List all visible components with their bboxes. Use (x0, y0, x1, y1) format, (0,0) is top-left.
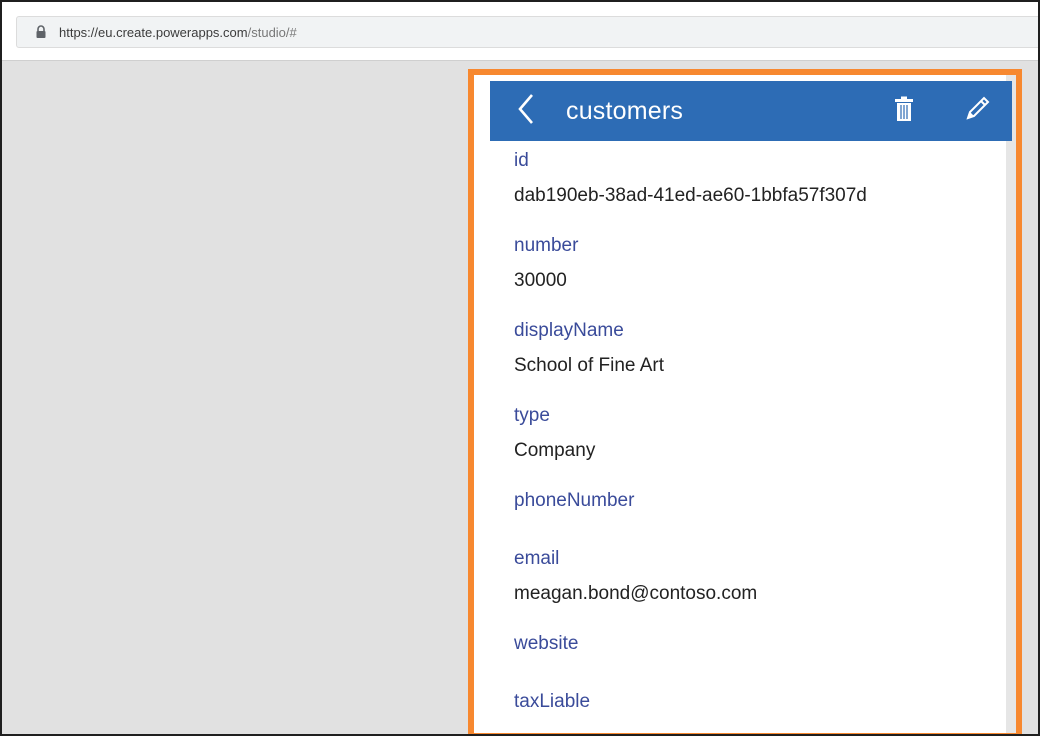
app-preview-highlight: customers id dab190eb-38ad-41ed-ae60-1bb… (468, 69, 1022, 734)
field-displayname: displayName School of Fine Art (514, 319, 994, 378)
field-value: School of Fine Art (514, 355, 664, 376)
trash-icon (894, 96, 914, 127)
field-number: number 30000 (514, 234, 994, 293)
field-label: id (514, 150, 529, 171)
field-type: type Company (514, 404, 994, 463)
delete-button[interactable] (888, 95, 920, 127)
field-id: id dab190eb-38ad-41ed-ae60-1bbfa57f307d (514, 149, 994, 208)
screen-title: customers (566, 96, 684, 125)
browser-address-bar: https://eu.create.powerapps.com/studio/# (2, 2, 1038, 60)
field-value: 30000 (514, 270, 567, 291)
screen-right-margin (1006, 75, 1016, 733)
field-label: displayName (514, 320, 624, 341)
field-value: Company (514, 440, 596, 461)
edit-button[interactable] (960, 94, 994, 128)
field-taxliable: taxLiable (514, 690, 994, 725)
lock-icon (31, 22, 51, 42)
field-label: website (514, 633, 579, 654)
pencil-icon (962, 94, 992, 129)
studio-canvas: customers id dab190eb-38ad-41ed-ae60-1bb… (2, 61, 1038, 734)
field-website: website (514, 632, 994, 667)
url-path: /studio/# (247, 24, 297, 40)
back-button[interactable] (500, 81, 552, 141)
field-value: meagan.bond@contoso.com (514, 583, 758, 604)
screenshot-frame: https://eu.create.powerapps.com/studio/#… (0, 0, 1040, 736)
field-phonenumber: phoneNumber (514, 489, 994, 524)
screen-left-margin (474, 75, 490, 733)
field-email: email meagan.bond@contoso.com (514, 547, 994, 606)
field-value: dab190eb-38ad-41ed-ae60-1bbfa57f307d (514, 185, 867, 206)
url-host: https://eu.create.powerapps.com (59, 24, 248, 40)
screen-header: customers (490, 81, 1012, 141)
chevron-left-icon (516, 92, 536, 131)
field-label: email (514, 548, 560, 569)
field-label: phoneNumber (514, 490, 635, 511)
url-field[interactable]: https://eu.create.powerapps.com/studio/# (16, 16, 1038, 48)
url-text: https://eu.create.powerapps.com/studio/# (59, 25, 297, 40)
field-label: type (514, 405, 550, 426)
field-label: taxLiable (514, 691, 591, 712)
field-label: number (514, 235, 579, 256)
